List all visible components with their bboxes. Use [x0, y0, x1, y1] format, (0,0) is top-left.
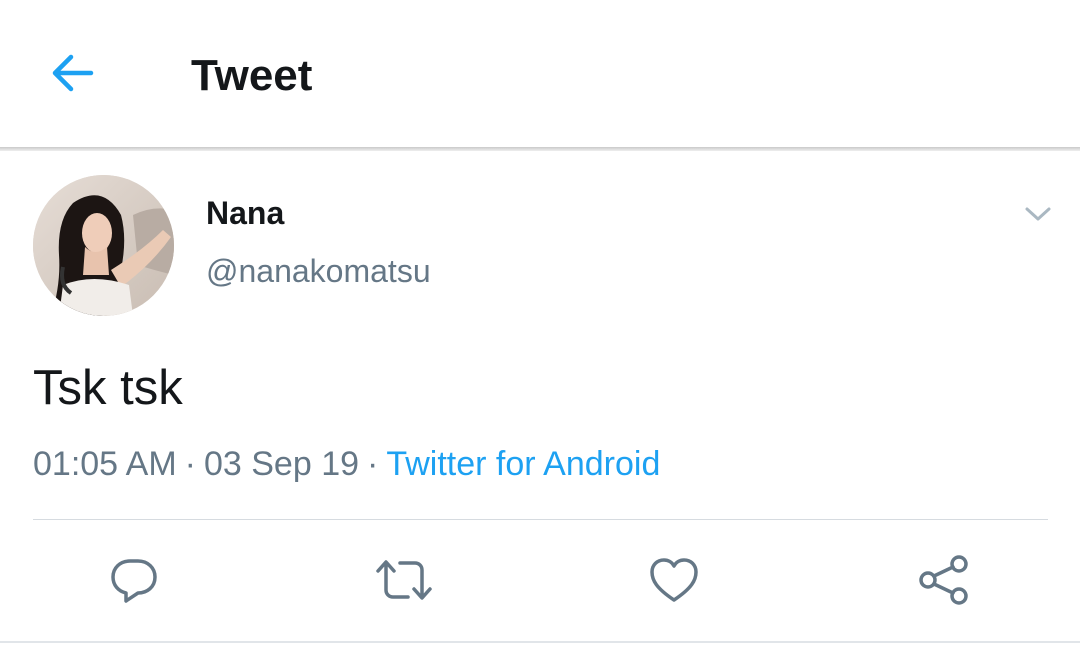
header-shadow	[0, 147, 1080, 151]
like-button[interactable]	[646, 552, 702, 608]
top-app-bar: Tweet	[0, 0, 1080, 148]
heart-icon	[648, 556, 700, 604]
retweet-button[interactable]	[376, 552, 432, 608]
page-title: Tweet	[191, 51, 313, 100]
meta-separator: ·	[367, 445, 379, 483]
tweet-time: 01:05 AM	[33, 445, 177, 483]
back-button[interactable]	[44, 46, 102, 104]
share-button[interactable]	[916, 552, 972, 608]
bottom-divider	[0, 641, 1080, 643]
share-icon	[917, 554, 971, 606]
reply-icon	[108, 556, 160, 604]
reply-button[interactable]	[106, 552, 162, 608]
meta-separator: ·	[184, 445, 196, 483]
divider	[33, 519, 1048, 520]
tweet-date: 03 Sep 19	[203, 445, 360, 483]
tweet-detail-screen: Tweet Nana @nanakomatsu Tsk tsk 01:05 AM…	[0, 0, 1080, 648]
tweet-meta: 01:05 AM · 03 Sep 19 · Twitter for Android	[33, 444, 660, 484]
arrow-left-icon	[51, 53, 95, 98]
tweet-text: Tsk tsk	[33, 361, 183, 415]
chevron-down-icon	[1024, 205, 1052, 228]
tweet-menu-button[interactable]	[1018, 196, 1058, 236]
display-name[interactable]: Nana	[206, 194, 284, 232]
avatar[interactable]	[33, 175, 174, 316]
user-handle[interactable]: @nanakomatsu	[206, 252, 431, 290]
retweet-icon	[374, 557, 434, 603]
tweet-source-link[interactable]: Twitter for Android	[386, 445, 660, 483]
